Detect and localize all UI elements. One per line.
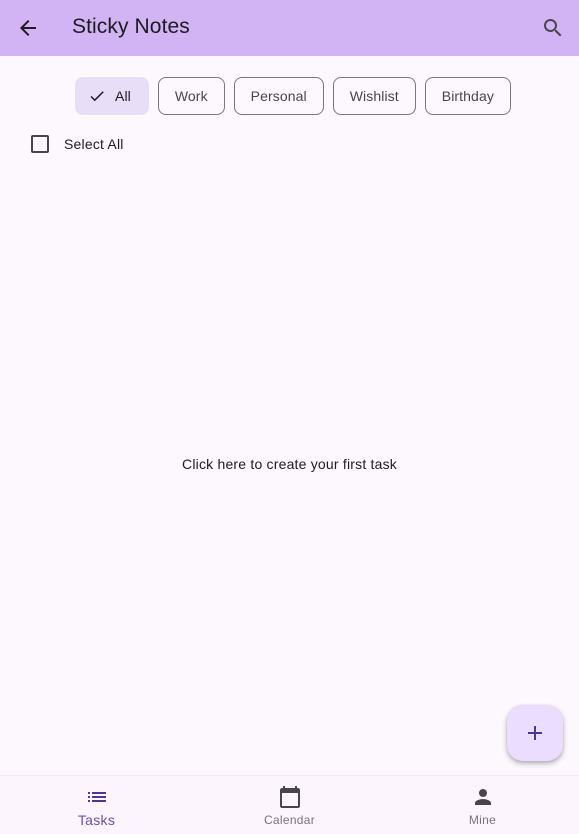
filter-chip-all[interactable]: All: [75, 77, 149, 115]
check-icon: [88, 87, 106, 105]
empty-state-link[interactable]: Click here to create your first task: [0, 456, 579, 472]
app-screen: Sticky Notes All Work Personal Wishlist …: [0, 0, 579, 834]
select-all-checkbox[interactable]: [31, 135, 49, 153]
filter-chip-wishlist[interactable]: Wishlist: [332, 77, 416, 115]
add-task-button[interactable]: [507, 705, 563, 761]
filter-chip-work[interactable]: Work: [157, 77, 225, 115]
filter-chip-label: All: [115, 88, 131, 104]
page-title: Sticky Notes: [72, 15, 190, 38]
nav-item-mine[interactable]: Mine: [386, 776, 579, 834]
bottom-navigation: Tasks Calendar Mine: [0, 775, 579, 834]
nav-item-tasks[interactable]: Tasks: [0, 776, 193, 834]
filter-chip-personal[interactable]: Personal: [233, 77, 324, 115]
search-icon: [544, 19, 562, 37]
calendar-icon: [278, 785, 302, 809]
filter-chip-label: Work: [174, 88, 208, 104]
filter-chip-label: Wishlist: [349, 88, 399, 104]
list-icon: [85, 785, 109, 809]
select-all-label: Select All: [64, 136, 124, 152]
filter-chip-label: Personal: [250, 88, 307, 104]
top-app-bar: Sticky Notes: [0, 0, 579, 56]
filter-chip-birthday[interactable]: Birthday: [424, 77, 511, 115]
filter-chips: All Work Personal Wishlist Birthday: [75, 77, 511, 115]
person-icon: [471, 785, 495, 809]
add-icon: [528, 726, 542, 740]
arrow-back-icon: [20, 20, 36, 36]
nav-label: Tasks: [77, 812, 116, 828]
nav-item-calendar[interactable]: Calendar: [193, 776, 386, 834]
select-all-row[interactable]: Select All: [31, 135, 124, 153]
back-button[interactable]: [8, 8, 48, 48]
filter-chip-label: Birthday: [441, 88, 494, 104]
nav-label: Calendar: [263, 813, 316, 827]
search-button[interactable]: [533, 8, 573, 48]
nav-label: Mine: [468, 813, 497, 827]
